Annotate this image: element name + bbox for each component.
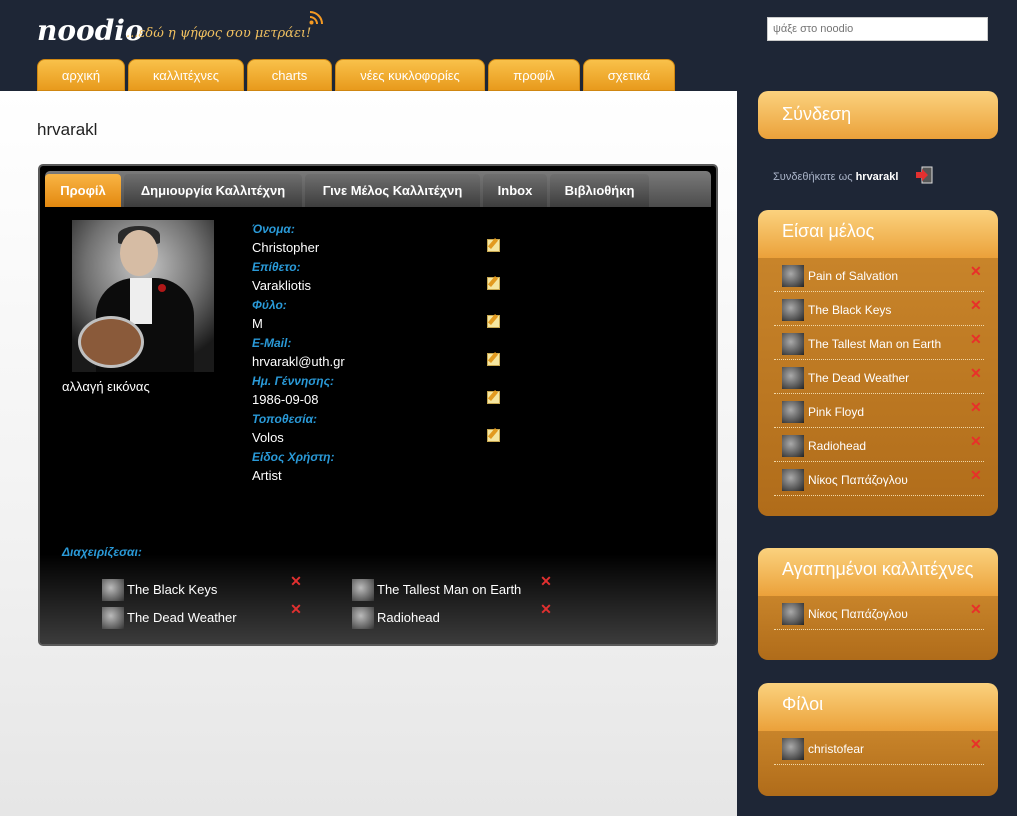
artist-name[interactable]: Radiohead: [377, 610, 440, 625]
artist-name[interactable]: Νίκος Παπάζογλου: [808, 473, 908, 487]
nav-tab-profile[interactable]: προφίλ: [488, 59, 580, 91]
profile-tabs: Προφίλ Δημιουργία Καλλιτέχνη Γινε Μέλος …: [45, 171, 711, 207]
edit-icon[interactable]: [487, 239, 500, 252]
list-item[interactable]: The Black Keys ✕: [774, 293, 984, 326]
remove-icon[interactable]: ✕: [540, 574, 552, 588]
artist-thumbnail: [102, 607, 124, 629]
logout-icon[interactable]: [914, 165, 934, 185]
nav-tab-about[interactable]: σχετικά: [583, 59, 675, 91]
member-widget-title: Είσαι μέλος: [758, 210, 998, 258]
login-widget-title[interactable]: Σύνδεση: [758, 91, 998, 139]
remove-icon[interactable]: ✕: [970, 601, 982, 618]
list-item[interactable]: Radiohead ✕: [774, 429, 984, 462]
remove-icon[interactable]: ✕: [970, 399, 982, 416]
artist-name[interactable]: The Dead Weather: [808, 371, 909, 385]
artist-thumbnail: [782, 367, 804, 389]
friend-name[interactable]: christofear: [808, 742, 864, 756]
location-label: Τοποθεσία:: [252, 412, 318, 426]
artist-name[interactable]: The Tallest Man on Earth: [377, 582, 521, 597]
remove-icon[interactable]: ✕: [970, 263, 982, 280]
list-item[interactable]: Νίκος Παπάζογλου ✕: [774, 597, 984, 630]
friend-avatar: [782, 738, 804, 760]
profile-panel-footer: [40, 554, 716, 644]
birthdate-value: 1986-09-08: [252, 392, 319, 407]
user-type-value: Artist: [252, 468, 282, 483]
artist-thumbnail: [782, 435, 804, 457]
artist-thumbnail: [782, 299, 804, 321]
search-input[interactable]: [767, 17, 988, 41]
remove-icon[interactable]: ✕: [540, 602, 552, 616]
first-name-value: Christopher: [252, 240, 320, 255]
artist-name[interactable]: Pain of Salvation: [808, 269, 898, 283]
edit-icon[interactable]: [487, 315, 500, 328]
tab-inbox[interactable]: Inbox: [483, 174, 547, 207]
page-title: hrvarakl: [37, 120, 98, 139]
remove-icon[interactable]: ✕: [970, 365, 982, 382]
list-item[interactable]: Pink Floyd ✕: [774, 395, 984, 428]
location-value: Volos: [252, 430, 284, 445]
first-name-label: Όνομα:: [252, 222, 295, 236]
artist-thumbnail: [782, 469, 804, 491]
nav-tab-charts[interactable]: charts: [247, 59, 332, 91]
change-picture-link[interactable]: αλλαγή εικόνας: [62, 379, 150, 394]
edit-icon[interactable]: [487, 353, 500, 366]
avatar: [72, 220, 214, 372]
email-value: hrvarakl@uth.gr: [252, 354, 345, 369]
list-item[interactable]: Pain of Salvation ✕: [774, 259, 984, 292]
last-name-label: Επίθετο:: [252, 260, 301, 274]
nav-tab-artists[interactable]: καλλιτέχνες: [128, 59, 244, 91]
remove-icon[interactable]: ✕: [970, 331, 982, 348]
site-tagline: ...εδώ η ψήφος σου μετράει!: [126, 26, 312, 41]
artist-name[interactable]: The Dead Weather: [127, 610, 237, 625]
user-type-label: Είδος Χρήστη:: [252, 450, 335, 464]
edit-icon[interactable]: [487, 391, 500, 404]
birthdate-label: Ημ. Γέννησης:: [252, 374, 334, 388]
list-item[interactable]: The Tallest Man on Earth ✕: [774, 327, 984, 360]
favorites-widget-title: Αγαπημένοι καλλιτέχνες: [758, 548, 998, 596]
last-name-value: Varakliotis: [252, 278, 312, 293]
nav-tab-home[interactable]: αρχική: [37, 59, 125, 91]
artist-thumbnail: [102, 579, 124, 601]
remove-icon[interactable]: ✕: [970, 467, 982, 484]
artist-thumbnail: [782, 603, 804, 625]
logged-in-status: Συνδεθήκατε ως hrvarakl: [773, 171, 898, 183]
tab-create-artist[interactable]: Δημιουργία Καλλιτέχνη: [124, 174, 302, 207]
remove-icon[interactable]: ✕: [970, 433, 982, 450]
nav-tab-new-releases[interactable]: νέες κυκλοφορίες: [335, 59, 485, 91]
logged-in-user[interactable]: hrvarakl: [856, 171, 899, 183]
artist-thumbnail: [782, 333, 804, 355]
remove-icon[interactable]: ✕: [290, 574, 302, 588]
manages-label: Διαχειρίζεσαι:: [62, 545, 142, 559]
tab-profile[interactable]: Προφίλ: [45, 174, 121, 207]
email-label: E-Mail:: [252, 336, 292, 350]
remove-icon[interactable]: ✕: [970, 736, 982, 753]
remove-icon[interactable]: ✕: [970, 297, 982, 314]
artist-thumbnail: [782, 265, 804, 287]
rss-icon[interactable]: [309, 11, 323, 25]
artist-name[interactable]: The Black Keys: [808, 303, 891, 317]
logged-in-prefix: Συνδεθήκατε ως: [773, 171, 853, 183]
gender-value: M: [252, 316, 263, 331]
edit-icon[interactable]: [487, 277, 500, 290]
friends-widget-title: Φίλοι: [758, 683, 998, 731]
profile-panel: Προφίλ Δημιουργία Καλλιτέχνη Γινε Μέλος …: [38, 164, 718, 646]
artist-name[interactable]: Pink Floyd: [808, 405, 864, 419]
artist-name[interactable]: Radiohead: [808, 439, 866, 453]
remove-icon[interactable]: ✕: [290, 602, 302, 616]
main-content: hrvarakl Προφίλ Δημιουργία Καλλιτέχνη Γι…: [0, 91, 737, 816]
artist-thumbnail: [352, 579, 374, 601]
artist-name[interactable]: The Black Keys: [127, 582, 217, 597]
list-item[interactable]: The Dead Weather ✕: [774, 361, 984, 394]
artist-thumbnail: [352, 607, 374, 629]
list-item[interactable]: christofear ✕: [774, 732, 984, 765]
list-item[interactable]: Νίκος Παπάζογλου ✕: [774, 463, 984, 496]
artist-name[interactable]: The Tallest Man on Earth: [808, 337, 941, 351]
artist-thumbnail: [782, 401, 804, 423]
artist-name[interactable]: Νίκος Παπάζογλου: [808, 607, 908, 621]
tab-become-artist-member[interactable]: Γινε Μέλος Καλλιτέχνη: [305, 174, 480, 207]
edit-icon[interactable]: [487, 429, 500, 442]
gender-label: Φύλο:: [252, 298, 287, 312]
tab-library[interactable]: Βιβλιοθήκη: [550, 174, 649, 207]
